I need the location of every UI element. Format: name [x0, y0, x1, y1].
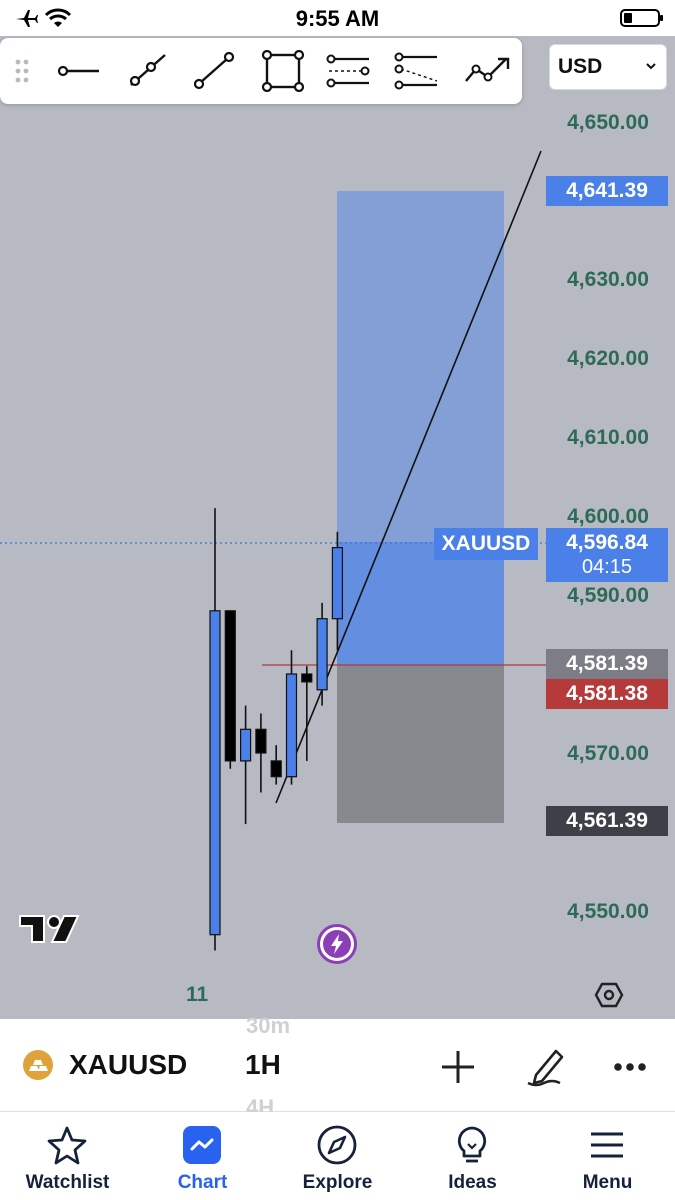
candle-body: [301, 673, 313, 683]
bar-countdown: 04:15: [581, 556, 633, 578]
chart-area[interactable]: 4,650.00 4,630.00 4,620.00 4,610.00 4,60…: [0, 36, 675, 1019]
bid-price-label: 4,581.38: [546, 679, 668, 709]
y-tick: 4,590.00: [567, 584, 649, 607]
parallel-channel-icon: [326, 54, 370, 88]
y-tick: 4,610.00: [567, 426, 649, 449]
status-bar: 9:55 AM: [0, 0, 675, 36]
candle-body: [270, 760, 282, 778]
date-axis-label: 11: [186, 983, 209, 1006]
chart-icon: [181, 1124, 223, 1166]
timeframe-selector[interactable]: 1H: [245, 1049, 281, 1081]
currency-select[interactable]: USD: [549, 44, 667, 90]
trend-line-tool[interactable]: [188, 48, 238, 94]
rectangle-tool[interactable]: [258, 48, 308, 94]
last-price-label: 4,596.84 04:15: [546, 528, 668, 582]
tab-label: Chart: [177, 1172, 228, 1193]
plus-icon: [442, 1051, 474, 1083]
symbol-price-tag: XAUUSD: [434, 528, 538, 560]
menu-icon: [586, 1124, 628, 1166]
parallel-channel-tool[interactable]: [324, 48, 374, 94]
y-tick: 4,550.00: [567, 900, 649, 923]
tradingview-logo: [18, 912, 80, 951]
candles: [209, 508, 343, 951]
star-icon: [46, 1124, 88, 1166]
stop-loss-label[interactable]: 4,561.39: [546, 806, 668, 836]
drag-handle-icon: [15, 59, 29, 83]
candle-body: [285, 673, 298, 778]
y-tick: 4,650.00: [567, 111, 649, 134]
tab-bar: Watchlist Chart Explore Ideas Menu: [0, 1112, 675, 1200]
pen-icon: [527, 1049, 564, 1087]
chart-settings-button[interactable]: [594, 980, 624, 1015]
trend-line-icon: [193, 51, 235, 90]
y-tick: 4,620.00: [567, 347, 649, 370]
status-time: 9:55 AM: [295, 6, 380, 31]
tab-chart[interactable]: Chart: [135, 1112, 270, 1200]
take-profit-label[interactable]: 4,641.39: [546, 176, 668, 206]
currency-value: USD: [558, 55, 603, 78]
tab-explore[interactable]: Explore: [270, 1112, 405, 1200]
path-icon: [465, 57, 510, 82]
gold-bars-icon: [22, 1049, 54, 1086]
tab-ideas[interactable]: Ideas: [405, 1112, 540, 1200]
symbol-bar: 30m 4H XAUUSD 1H: [0, 1013, 675, 1120]
candle-body: [224, 610, 236, 762]
loss-zone[interactable]: [337, 665, 504, 823]
candle-body: [240, 728, 252, 762]
lightning-icon: [323, 930, 351, 958]
y-tick: 4,600.00: [567, 505, 649, 528]
more-button[interactable]: [610, 1047, 650, 1092]
more-dots-icon: [614, 1063, 646, 1071]
lightbulb-icon: [451, 1124, 493, 1166]
add-button[interactable]: [438, 1047, 478, 1092]
battery-icon: [620, 8, 664, 33]
chevron-down-icon: [644, 59, 658, 78]
hexagon-settings-icon: [594, 982, 624, 1008]
horizontal-line-icon: [57, 65, 99, 77]
ray-icon: [129, 54, 166, 87]
tab-watchlist[interactable]: Watchlist: [0, 1112, 135, 1200]
y-tick: 4,630.00: [567, 268, 649, 291]
candle-body: [331, 547, 343, 620]
candle-body: [316, 618, 328, 691]
profit-zone-active: [337, 542, 504, 665]
quick-trade-button[interactable]: [317, 924, 357, 964]
tab-label: Explore: [302, 1172, 373, 1193]
timeframe-option-ghost: 30m: [246, 1013, 291, 1038]
tab-label: Ideas: [448, 1172, 497, 1193]
last-price-value: 4,596.84: [566, 531, 648, 554]
drawing-tools-button[interactable]: [524, 1043, 570, 1094]
tab-menu[interactable]: Menu: [540, 1112, 675, 1200]
candle-body: [209, 610, 221, 936]
horizontal-line-tool[interactable]: [54, 48, 104, 94]
tab-label: Watchlist: [25, 1172, 110, 1193]
symbol-name[interactable]: XAUUSD: [69, 1049, 187, 1081]
entry-price-label[interactable]: 4,581.39: [546, 649, 668, 679]
rectangle-icon: [261, 50, 305, 92]
compass-icon: [316, 1124, 358, 1166]
regression-channel-icon: [394, 52, 438, 90]
regression-channel-tool[interactable]: [392, 48, 442, 94]
tab-label: Menu: [582, 1172, 633, 1193]
drawing-toolbar: [0, 38, 522, 104]
toolbar-drag-handle[interactable]: [0, 48, 44, 94]
path-tool[interactable]: [462, 48, 512, 94]
y-tick: 4,570.00: [567, 742, 649, 765]
ray-tool[interactable]: [122, 48, 172, 94]
candle-body: [255, 728, 267, 754]
